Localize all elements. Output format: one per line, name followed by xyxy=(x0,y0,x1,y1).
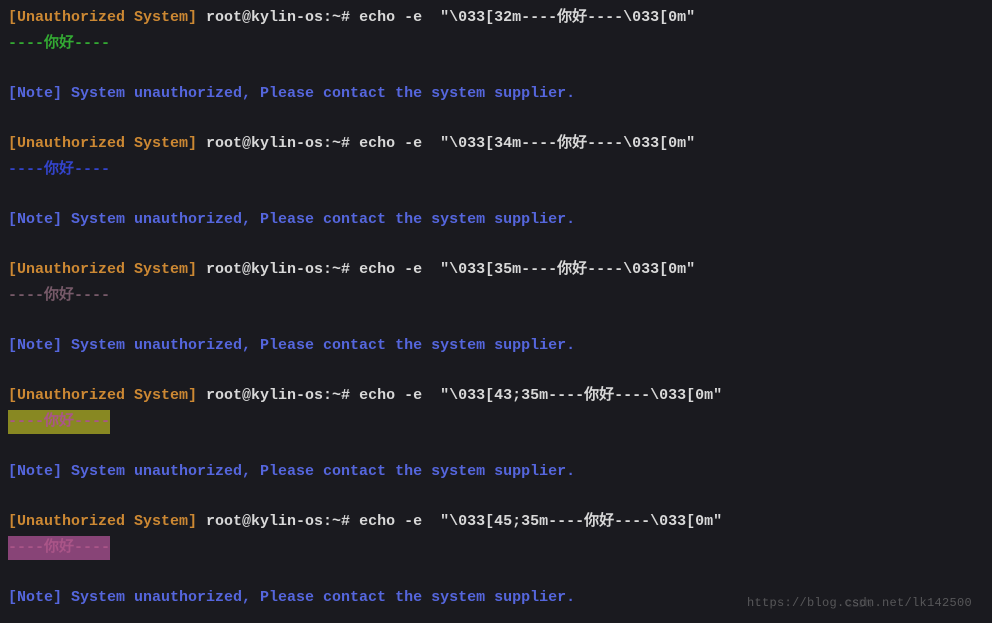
ansi-output: ----你好---- xyxy=(8,536,110,560)
blank-line xyxy=(8,108,984,132)
ansi-output: ----你好---- xyxy=(8,410,110,434)
note-text: [Note] System unauthorized, Please conta… xyxy=(8,463,575,480)
prompt-prefix: [Unauthorized System] xyxy=(8,135,197,152)
note-text: [Note] System unauthorized, Please conta… xyxy=(8,589,575,606)
note-text: [Note] System unauthorized, Please conta… xyxy=(8,337,575,354)
note-line: [Note] System unauthorized, Please conta… xyxy=(8,208,984,232)
prompt-user: root@kylin-os:~# xyxy=(197,513,359,530)
note-text: [Note] System unauthorized, Please conta… xyxy=(8,85,575,102)
terminal-output[interactable]: [Unauthorized System] root@kylin-os:~# e… xyxy=(8,6,984,610)
output-line: ----你好---- xyxy=(8,410,984,434)
blank-line xyxy=(8,184,984,208)
command-line: [Unauthorized System] root@kylin-os:~# e… xyxy=(8,510,984,534)
command-text: echo -e "\033[35m----你好----\033[0m" xyxy=(359,261,695,278)
note-line: [Note] System unauthorized, Please conta… xyxy=(8,460,984,484)
prompt-user: root@kylin-os:~# xyxy=(197,135,359,152)
prompt-prefix: [Unauthorized System] xyxy=(8,387,197,404)
output-line: ----你好---- xyxy=(8,32,984,56)
blank-line xyxy=(8,58,984,82)
prompt-user: root@kylin-os:~# xyxy=(197,387,359,404)
blank-line xyxy=(8,436,984,460)
blank-line xyxy=(8,562,984,586)
note-text: [Note] System unauthorized, Please conta… xyxy=(8,211,575,228)
blank-line xyxy=(8,360,984,384)
prompt-user: root@kylin-os:~# xyxy=(197,261,359,278)
command-line: [Unauthorized System] root@kylin-os:~# e… xyxy=(8,384,984,408)
blank-line xyxy=(8,310,984,334)
command-line: [Unauthorized System] root@kylin-os:~# e… xyxy=(8,6,984,30)
ansi-output: ----你好---- xyxy=(8,32,110,56)
prompt-prefix: [Unauthorized System] xyxy=(8,261,197,278)
note-line: [Note] System unauthorized, Please conta… xyxy=(8,82,984,106)
command-text: echo -e "\033[43;35m----你好----\033[0m" xyxy=(359,387,722,404)
command-text: echo -e "\033[34m----你好----\033[0m" xyxy=(359,135,695,152)
command-text: echo -e "\033[45;35m----你好----\033[0m" xyxy=(359,513,722,530)
command-line: [Unauthorized System] root@kylin-os:~# e… xyxy=(8,132,984,156)
note-line: [Note] System unauthorized, Please conta… xyxy=(8,334,984,358)
output-line: ----你好---- xyxy=(8,158,984,182)
prompt-prefix: [Unauthorized System] xyxy=(8,513,197,530)
command-text: echo -e "\033[32m----你好----\033[0m" xyxy=(359,9,695,26)
output-line: ----你好---- xyxy=(8,536,984,560)
watermark-url: https://blog.csdn.net/lk142500 xyxy=(747,594,972,613)
output-line: ----你好---- xyxy=(8,284,984,308)
ansi-output: ----你好---- xyxy=(8,284,110,308)
prompt-prefix: [Unauthorized System] xyxy=(8,9,197,26)
command-line: [Unauthorized System] root@kylin-os:~# e… xyxy=(8,258,984,282)
blank-line xyxy=(8,486,984,510)
blank-line xyxy=(8,234,984,258)
ansi-output: ----你好---- xyxy=(8,158,110,182)
prompt-user: root@kylin-os:~# xyxy=(197,9,359,26)
